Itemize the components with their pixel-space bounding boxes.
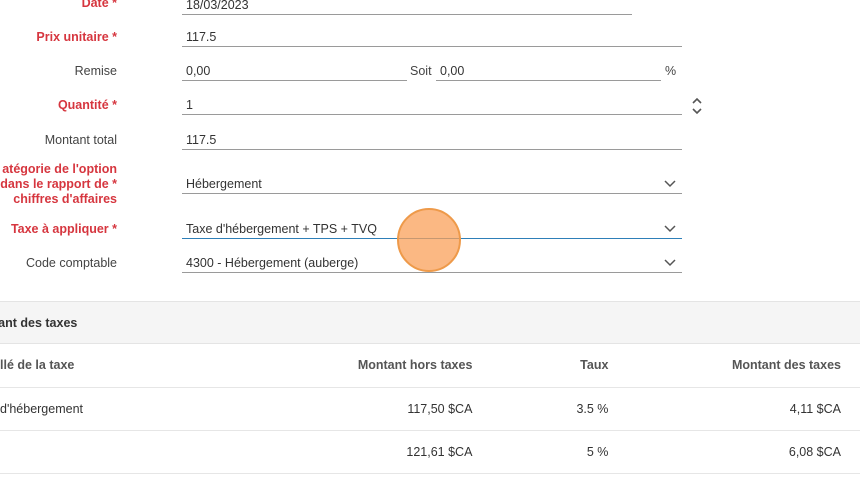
date-label: Date *	[81, 0, 117, 10]
tax-value: Taxe d'hébergement + TPS + TVQ	[186, 222, 377, 236]
taxes-section-title: tant des taxes	[0, 316, 78, 330]
table-row: 121,61 $CA 5 % 6,08 $CA	[0, 430, 860, 474]
date-field[interactable]: 18/03/2023	[182, 0, 632, 15]
category-label-line2: dans le rapport de *	[0, 177, 117, 191]
quantity-label: Quantité *	[57, 98, 117, 112]
tax-amount-cell: 6,08 $CA	[608, 430, 860, 474]
col-rate: Taux	[472, 344, 609, 388]
tax-name-cell	[0, 430, 205, 474]
taxes-table: llé de la taxe Montant hors taxes Taux M…	[0, 344, 860, 474]
category-select[interactable]: Hébergement	[182, 174, 682, 194]
percent-suffix: %	[665, 64, 677, 78]
category-value: Hébergement	[186, 177, 262, 191]
total-amount-label: Montant total	[44, 133, 117, 147]
chevron-down-icon[interactable]	[664, 256, 676, 268]
table-header-row: llé de la taxe Montant hors taxes Taux M…	[0, 344, 860, 388]
col-tax-name: llé de la taxe	[0, 344, 205, 388]
tax-amount-cell: 4,11 $CA	[608, 387, 860, 431]
tax-label: Taxe à appliquer *	[10, 222, 117, 236]
category-label-line1: atégorie de l'option	[2, 162, 117, 176]
account-code-value: 4300 - Hébergement (auberge)	[186, 256, 359, 270]
rate-cell: 3.5 %	[472, 387, 609, 431]
click-highlight	[397, 208, 461, 272]
quantity-field[interactable]: 1	[182, 95, 682, 115]
table-row: d'hébergement 117,50 $CA 3.5 % 4,11 $CA	[0, 387, 860, 431]
discount-field[interactable]: 0,00	[182, 61, 407, 81]
col-tax-amount: Montant des taxes	[608, 344, 860, 388]
chevron-down-icon[interactable]	[664, 177, 676, 189]
discount-label: Remise	[74, 64, 117, 78]
base-amount-cell: 117,50 $CA	[204, 387, 473, 431]
discount-percent-field[interactable]: 0,00	[436, 61, 661, 81]
col-base-amount: Montant hors taxes	[204, 344, 473, 388]
base-amount-cell: 121,61 $CA	[204, 430, 473, 474]
account-code-label: Code comptable	[25, 256, 117, 270]
total-amount-field[interactable]: 117.5	[182, 130, 682, 150]
taxes-section-header: tant des taxes	[0, 301, 860, 344]
quantity-stepper[interactable]	[691, 95, 703, 117]
rate-cell: 5 %	[472, 430, 609, 474]
soit-label: Soit	[410, 64, 432, 78]
category-label-line3: chiffres d'affaires	[13, 192, 117, 206]
chevron-down-icon[interactable]	[664, 222, 676, 234]
category-label: atégorie de l'option dans le rapport de …	[0, 162, 117, 207]
unit-price-field[interactable]: 117.5	[182, 27, 682, 47]
unit-price-label: Prix unitaire *	[36, 30, 117, 44]
tax-name-cell: d'hébergement	[0, 387, 205, 431]
